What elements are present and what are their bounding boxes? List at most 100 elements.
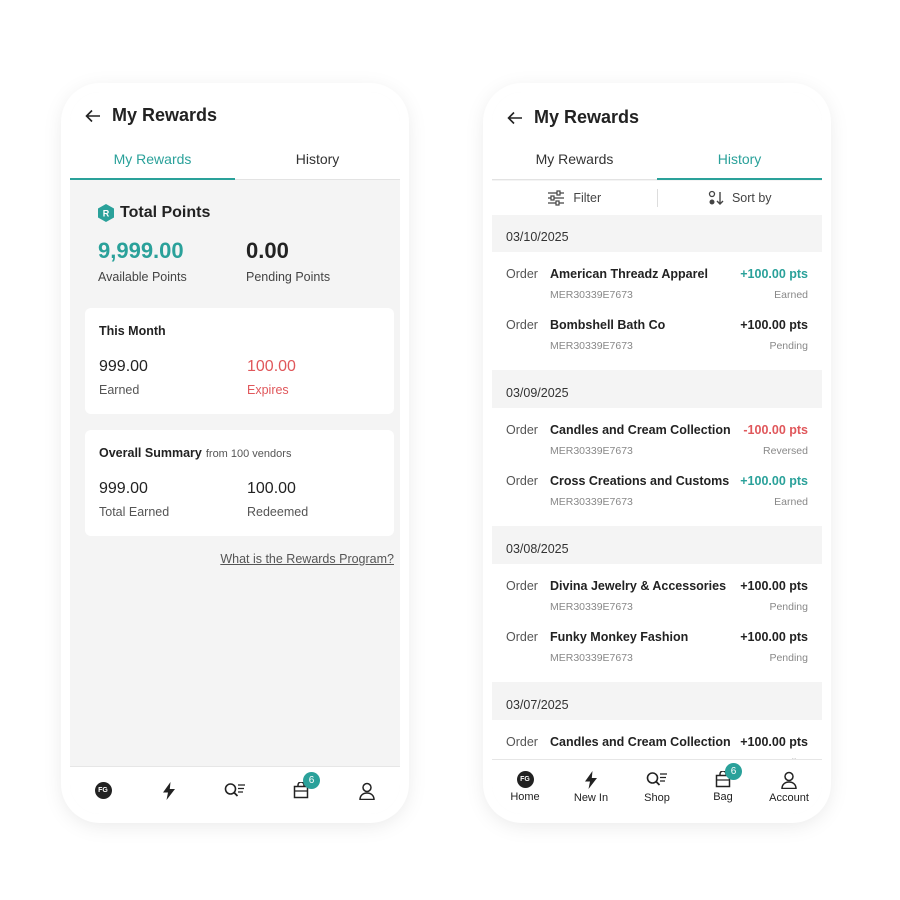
total-points-title: Total Points bbox=[120, 204, 211, 221]
lightning-icon bbox=[585, 770, 597, 789]
entry-vendor: Cross Creations and Customs bbox=[550, 474, 730, 488]
bottom-nav: FG Home New In Shop 6 Bag Account bbox=[492, 759, 822, 814]
entry-points: +100.00 pts bbox=[740, 579, 808, 593]
user-icon bbox=[781, 771, 797, 789]
rewards-program-link[interactable]: What is the Rewards Program? bbox=[220, 552, 394, 566]
phone-rewards-history: My Rewards My Rewards History Filter Sor… bbox=[492, 92, 822, 814]
nav-new-in[interactable] bbox=[136, 767, 202, 814]
history-list: 03/10/2025 Order American Threadz Apparel M… bbox=[492, 222, 822, 795]
entry-points: +100.00 pts bbox=[740, 267, 808, 281]
date-header: 03/07/2025 bbox=[506, 698, 569, 712]
expires-label: Expires bbox=[247, 383, 289, 397]
date-header: 03/08/2025 bbox=[506, 542, 569, 556]
filter-label: Filter bbox=[573, 191, 602, 205]
history-entry[interactable]: Order Cross Creations and Customs MER30339… bbox=[492, 467, 822, 518]
tab-my-rewards[interactable]: My Rewards bbox=[70, 144, 235, 180]
entry-vendor: American Threadz Apparel bbox=[550, 267, 708, 281]
bottom-nav: FG 6 bbox=[70, 766, 400, 814]
entry-points: +100.00 pts bbox=[740, 318, 808, 332]
back-arrow-icon[interactable] bbox=[84, 107, 102, 125]
svg-text:R: R bbox=[103, 209, 110, 219]
search-list-icon bbox=[224, 782, 245, 797]
sort-label: Sort by bbox=[731, 191, 772, 205]
overall-summary-heading: Overall Summary bbox=[99, 446, 202, 460]
available-points-value: 9,999.00 bbox=[98, 238, 184, 263]
lightning-icon bbox=[163, 781, 175, 800]
nav-bag-label: Bag bbox=[713, 791, 733, 803]
total-earned-label: Total Earned bbox=[99, 505, 170, 519]
entry-points: -100.00 pts bbox=[743, 423, 808, 437]
tab-bar: My Rewards History bbox=[492, 144, 822, 180]
nav-shop-label: Shop bbox=[644, 791, 670, 804]
date-header: 03/10/2025 bbox=[506, 230, 569, 244]
history-entry[interactable]: Order Funky Monkey Fashion MER30339E7673 +1… bbox=[492, 623, 822, 674]
nav-new-in[interactable]: New In bbox=[558, 760, 624, 814]
filter-sort-bar: Filter Sort by bbox=[492, 181, 822, 215]
date-header: 03/09/2025 bbox=[506, 386, 569, 400]
entry-order-id: MER30339E7673 bbox=[550, 445, 633, 457]
history-entry[interactable]: Order Divina Jewelry & Accessories MER3033… bbox=[492, 572, 822, 623]
history-entry[interactable]: Order Bombshell Bath Co MER30339E7673 +100.… bbox=[492, 311, 822, 362]
entry-points: +100.00 pts bbox=[740, 474, 808, 488]
nav-bag[interactable]: 6 bbox=[268, 767, 334, 814]
entry-status: Reversed bbox=[763, 445, 808, 457]
redeemed-value: 100.00 bbox=[247, 480, 296, 497]
nav-bag[interactable]: 6 Bag bbox=[690, 760, 756, 814]
sort-button[interactable]: Sort by bbox=[658, 181, 823, 215]
entry-order-id: MER30339E7673 bbox=[550, 496, 633, 508]
available-points-label: Available Points bbox=[98, 270, 187, 284]
entry-status: Earned bbox=[774, 496, 808, 508]
nav-home-label: Home bbox=[510, 791, 540, 803]
rewards-hexagon-icon: R bbox=[98, 204, 114, 222]
nav-account[interactable] bbox=[334, 767, 400, 814]
pending-points: 0.00 Pending Points bbox=[246, 238, 330, 284]
bag-count-badge: 6 bbox=[303, 772, 320, 789]
nav-home[interactable]: FG Home bbox=[492, 760, 558, 814]
history-group: Order Divina Jewelry & Accessories MER3033… bbox=[492, 564, 822, 682]
earned-value: 999.00 bbox=[99, 358, 148, 375]
tab-my-rewards[interactable]: My Rewards bbox=[492, 144, 657, 180]
pending-points-label: Pending Points bbox=[246, 270, 331, 284]
tab-history[interactable]: History bbox=[235, 144, 400, 180]
entry-status: Pending bbox=[769, 652, 808, 664]
entry-order-id: MER30339E7673 bbox=[550, 289, 633, 301]
entry-order-id: MER30339E7673 bbox=[550, 652, 633, 664]
entry-type: Order bbox=[506, 735, 538, 749]
filter-button[interactable]: Filter bbox=[492, 181, 657, 215]
earned-label: Earned bbox=[99, 383, 140, 397]
nav-account[interactable]: Account bbox=[756, 760, 822, 814]
entry-vendor: Bombshell Bath Co bbox=[550, 318, 666, 332]
tab-history[interactable]: History bbox=[657, 144, 822, 180]
history-group: Order Candles and Cream Collection MER3033… bbox=[492, 408, 822, 526]
filter-sliders-icon bbox=[548, 190, 565, 206]
entry-points: +100.00 pts bbox=[740, 630, 808, 644]
sort-icon bbox=[708, 190, 724, 205]
entry-vendor: Funky Monkey Fashion bbox=[550, 630, 689, 644]
entry-status: Pending bbox=[769, 601, 808, 613]
entry-vendor: Candles and Cream Collection bbox=[550, 423, 731, 437]
entry-order-id: MER30339E7673 bbox=[550, 601, 633, 613]
entry-type: Order bbox=[506, 267, 538, 281]
entry-status: Earned bbox=[774, 289, 808, 301]
nav-shop[interactable] bbox=[202, 767, 268, 814]
entry-vendor: Candles and Cream Collection bbox=[550, 735, 731, 749]
nav-shop[interactable]: Shop bbox=[624, 760, 690, 814]
total-earned-value: 999.00 bbox=[99, 480, 148, 497]
tab-bar: My Rewards History bbox=[70, 144, 400, 180]
this-month-card: This Month 999.00 Earned 100.00 Expires bbox=[85, 308, 394, 414]
nav-home[interactable]: FG bbox=[70, 767, 136, 814]
total-points-heading: R Total Points bbox=[98, 204, 210, 222]
back-arrow-icon[interactable] bbox=[506, 109, 524, 127]
nav-new-in-label: New In bbox=[573, 791, 609, 804]
expires-value: 100.00 bbox=[247, 358, 296, 375]
overall-summary-card: Overall Summary from 100 vendors 999.00 T… bbox=[85, 430, 394, 536]
overall-summary-title: Overall Summary from 100 vendors bbox=[99, 446, 291, 460]
history-entry[interactable]: Order Candles and Cream Collection MER3033… bbox=[492, 416, 822, 467]
phone-my-rewards: My Rewards My Rewards History R Total Po… bbox=[70, 92, 400, 814]
page-title: My Rewards bbox=[112, 105, 218, 125]
history-entry[interactable]: Order American Threadz Apparel MER30339E76… bbox=[492, 260, 822, 311]
entry-type: Order bbox=[506, 318, 538, 332]
header: My Rewards My Rewards History bbox=[492, 92, 822, 180]
entry-type: Order bbox=[506, 423, 538, 437]
bag-count-badge: 6 bbox=[725, 763, 742, 780]
